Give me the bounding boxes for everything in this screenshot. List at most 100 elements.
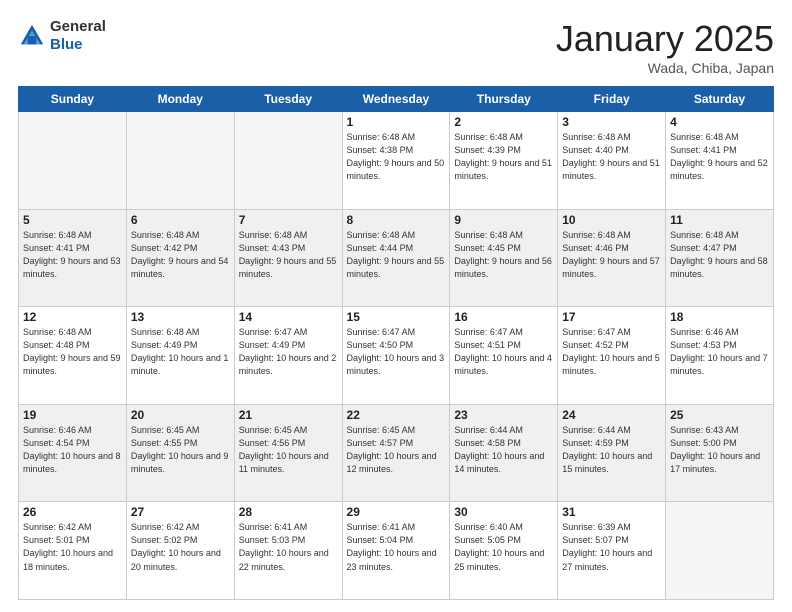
day-info: Sunrise: 6:48 AM Sunset: 4:38 PM Dayligh… — [347, 131, 446, 183]
day-cell: 27 Sunrise: 6:42 AM Sunset: 5:02 PM Dayli… — [126, 502, 234, 600]
day-number: 10 — [562, 213, 661, 227]
day-number: 22 — [347, 408, 446, 422]
day-cell: 6 Sunrise: 6:48 AM Sunset: 4:42 PM Daylig… — [126, 209, 234, 307]
day-header-tuesday: Tuesday — [234, 87, 342, 112]
day-cell: 28 Sunrise: 6:41 AM Sunset: 5:03 PM Dayli… — [234, 502, 342, 600]
day-cell — [666, 502, 774, 600]
day-number: 13 — [131, 310, 230, 324]
day-info: Sunrise: 6:48 AM Sunset: 4:40 PM Dayligh… — [562, 131, 661, 183]
day-cell: 22 Sunrise: 6:45 AM Sunset: 4:57 PM Dayli… — [342, 404, 450, 502]
day-header-friday: Friday — [558, 87, 666, 112]
day-cell: 3 Sunrise: 6:48 AM Sunset: 4:40 PM Daylig… — [558, 112, 666, 210]
day-number: 28 — [239, 505, 338, 519]
day-cell: 2 Sunrise: 6:48 AM Sunset: 4:39 PM Daylig… — [450, 112, 558, 210]
day-number: 19 — [23, 408, 122, 422]
day-number: 6 — [131, 213, 230, 227]
day-info: Sunrise: 6:46 AM Sunset: 4:53 PM Dayligh… — [670, 326, 769, 378]
day-header-sunday: Sunday — [19, 87, 127, 112]
day-number: 20 — [131, 408, 230, 422]
day-cell: 30Sunrise: 6:40 AM Sunset: 5:05 PM Dayli… — [450, 502, 558, 600]
calendar-table: SundayMondayTuesdayWednesdayThursdayFrid… — [18, 86, 774, 600]
day-info: Sunrise: 6:47 AM Sunset: 4:49 PM Dayligh… — [239, 326, 338, 378]
day-cell: 16 Sunrise: 6:47 AM Sunset: 4:51 PM Dayli… — [450, 307, 558, 405]
day-cell: 13 Sunrise: 6:48 AM Sunset: 4:49 PM Dayli… — [126, 307, 234, 405]
day-info: Sunrise: 6:48 AM Sunset: 4:45 PM Dayligh… — [454, 229, 553, 281]
day-info: Sunrise: 6:45 AM Sunset: 4:55 PM Dayligh… — [131, 424, 230, 476]
day-info: Sunrise: 6:39 AM Sunset: 5:07 PM Dayligh… — [562, 521, 661, 573]
day-info: Sunrise: 6:48 AM Sunset: 4:41 PM Dayligh… — [23, 229, 122, 281]
day-info: Sunrise: 6:47 AM Sunset: 4:50 PM Dayligh… — [347, 326, 446, 378]
day-header-saturday: Saturday — [666, 87, 774, 112]
day-cell: 4 Sunrise: 6:48 AM Sunset: 4:41 PM Daylig… — [666, 112, 774, 210]
day-info: Sunrise: 6:48 AM Sunset: 4:41 PM Dayligh… — [670, 131, 769, 183]
day-cell: 15 Sunrise: 6:47 AM Sunset: 4:50 PM Dayli… — [342, 307, 450, 405]
day-number: 8 — [347, 213, 446, 227]
day-cell: 18 Sunrise: 6:46 AM Sunset: 4:53 PM Dayli… — [666, 307, 774, 405]
day-number: 1 — [347, 115, 446, 129]
week-row-3: 12 Sunrise: 6:48 AM Sunset: 4:48 PM Dayli… — [19, 307, 774, 405]
day-info: Sunrise: 6:45 AM Sunset: 4:56 PM Dayligh… — [239, 424, 338, 476]
day-info: Sunrise: 6:41 AM Sunset: 5:04 PM Dayligh… — [347, 521, 446, 573]
day-number: 18 — [670, 310, 769, 324]
day-header-monday: Monday — [126, 87, 234, 112]
day-cell: 11 Sunrise: 6:48 AM Sunset: 4:47 PM Dayli… — [666, 209, 774, 307]
header: General Blue January 2025 Wada, Chiba, J… — [18, 18, 774, 76]
day-cell: 31 Sunrise: 6:39 AM Sunset: 5:07 PM Dayli… — [558, 502, 666, 600]
day-number: 15 — [347, 310, 446, 324]
logo: General Blue — [18, 18, 106, 54]
day-number: 2 — [454, 115, 553, 129]
day-info: Sunrise: 6:48 AM Sunset: 4:48 PM Dayligh… — [23, 326, 122, 378]
day-info: Sunrise: 6:46 AM Sunset: 4:54 PM Dayligh… — [23, 424, 122, 476]
day-info: Sunrise: 6:48 AM Sunset: 4:44 PM Dayligh… — [347, 229, 446, 281]
day-header-thursday: Thursday — [450, 87, 558, 112]
day-info: Sunrise: 6:48 AM Sunset: 4:47 PM Dayligh… — [670, 229, 769, 281]
week-row-4: 19 Sunrise: 6:46 AM Sunset: 4:54 PM Dayli… — [19, 404, 774, 502]
day-cell: 19 Sunrise: 6:46 AM Sunset: 4:54 PM Dayli… — [19, 404, 127, 502]
day-info: Sunrise: 6:42 AM Sunset: 5:02 PM Dayligh… — [131, 521, 230, 573]
location: Wada, Chiba, Japan — [556, 60, 774, 76]
week-row-2: 5 Sunrise: 6:48 AM Sunset: 4:41 PM Daylig… — [19, 209, 774, 307]
day-number: 16 — [454, 310, 553, 324]
day-info: Sunrise: 6:48 AM Sunset: 4:49 PM Dayligh… — [131, 326, 230, 378]
day-cell: 17Sunrise: 6:47 AM Sunset: 4:52 PM Dayli… — [558, 307, 666, 405]
day-cell: 9Sunrise: 6:48 AM Sunset: 4:45 PM Daylig… — [450, 209, 558, 307]
logo-text: General Blue — [50, 18, 106, 54]
day-info: Sunrise: 6:45 AM Sunset: 4:57 PM Dayligh… — [347, 424, 446, 476]
day-info: Sunrise: 6:48 AM Sunset: 4:42 PM Dayligh… — [131, 229, 230, 281]
day-info: Sunrise: 6:47 AM Sunset: 4:51 PM Dayligh… — [454, 326, 553, 378]
day-info: Sunrise: 6:48 AM Sunset: 4:39 PM Dayligh… — [454, 131, 553, 183]
day-info: Sunrise: 6:47 AM Sunset: 4:52 PM Dayligh… — [562, 326, 661, 378]
day-cell: 24Sunrise: 6:44 AM Sunset: 4:59 PM Dayli… — [558, 404, 666, 502]
day-number: 21 — [239, 408, 338, 422]
day-cell — [126, 112, 234, 210]
day-number: 14 — [239, 310, 338, 324]
day-number: 7 — [239, 213, 338, 227]
day-number: 5 — [23, 213, 122, 227]
day-info: Sunrise: 6:48 AM Sunset: 4:46 PM Dayligh… — [562, 229, 661, 281]
day-number: 12 — [23, 310, 122, 324]
day-number: 31 — [562, 505, 661, 519]
day-cell: 14 Sunrise: 6:47 AM Sunset: 4:49 PM Dayli… — [234, 307, 342, 405]
page: General Blue January 2025 Wada, Chiba, J… — [0, 0, 792, 612]
day-number: 27 — [131, 505, 230, 519]
day-number: 23 — [454, 408, 553, 422]
day-header-wednesday: Wednesday — [342, 87, 450, 112]
day-cell: 5 Sunrise: 6:48 AM Sunset: 4:41 PM Daylig… — [19, 209, 127, 307]
day-cell: 26Sunrise: 6:42 AM Sunset: 5:01 PM Dayli… — [19, 502, 127, 600]
day-cell: 23 Sunrise: 6:44 AM Sunset: 4:58 PM Dayli… — [450, 404, 558, 502]
day-number: 26 — [23, 505, 122, 519]
day-number: 3 — [562, 115, 661, 129]
header-row: SundayMondayTuesdayWednesdayThursdayFrid… — [19, 87, 774, 112]
day-number: 4 — [670, 115, 769, 129]
day-number: 11 — [670, 213, 769, 227]
day-cell: 29 Sunrise: 6:41 AM Sunset: 5:04 PM Dayli… — [342, 502, 450, 600]
day-cell: 1 Sunrise: 6:48 AM Sunset: 4:38 PM Daylig… — [342, 112, 450, 210]
week-row-5: 26Sunrise: 6:42 AM Sunset: 5:01 PM Dayli… — [19, 502, 774, 600]
day-info: Sunrise: 6:44 AM Sunset: 4:58 PM Dayligh… — [454, 424, 553, 476]
day-info: Sunrise: 6:41 AM Sunset: 5:03 PM Dayligh… — [239, 521, 338, 573]
day-cell: 12 Sunrise: 6:48 AM Sunset: 4:48 PM Dayli… — [19, 307, 127, 405]
day-cell: 21 Sunrise: 6:45 AM Sunset: 4:56 PM Dayli… — [234, 404, 342, 502]
day-number: 29 — [347, 505, 446, 519]
day-cell: 10 Sunrise: 6:48 AM Sunset: 4:46 PM Dayli… — [558, 209, 666, 307]
logo-blue: Blue — [50, 36, 83, 53]
